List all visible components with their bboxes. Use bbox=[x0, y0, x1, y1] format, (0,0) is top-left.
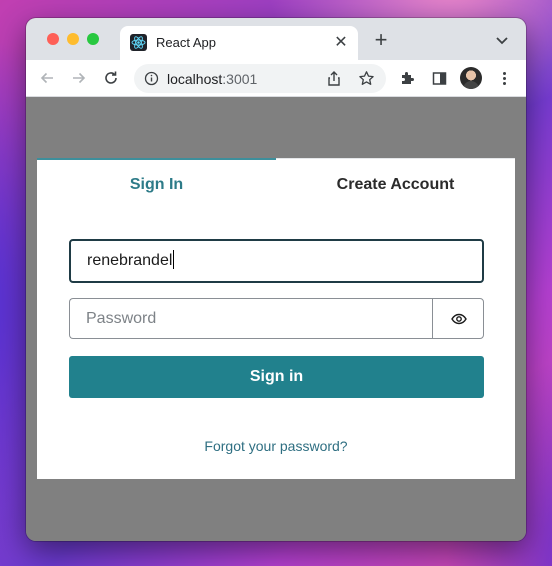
minimize-window-button[interactable] bbox=[67, 33, 79, 45]
show-password-button[interactable] bbox=[432, 298, 484, 339]
url-text[interactable]: localhost:3001 bbox=[167, 71, 257, 87]
browser-toolbar: localhost:3001 bbox=[26, 60, 526, 97]
eye-icon bbox=[451, 313, 467, 325]
maximize-window-button[interactable] bbox=[87, 33, 99, 45]
close-tab-icon[interactable]: ✕ bbox=[332, 34, 350, 52]
extensions-puzzle-icon[interactable] bbox=[399, 70, 416, 87]
side-panel-icon[interactable] bbox=[431, 70, 448, 87]
tab-strip: React App ✕ + bbox=[26, 18, 526, 60]
tab-search-chevron-down-icon[interactable] bbox=[494, 32, 510, 48]
sign-in-button[interactable]: Sign in bbox=[69, 356, 484, 398]
authenticator-card: Sign In Create Account renebrandel Sign … bbox=[37, 158, 515, 479]
site-info-icon[interactable] bbox=[144, 71, 159, 86]
tab-sign-in[interactable]: Sign In bbox=[37, 158, 276, 210]
browser-window: React App ✕ + localhost:3001 Sign In Cre… bbox=[26, 18, 526, 541]
profile-avatar[interactable] bbox=[460, 67, 482, 89]
page-content: Sign In Create Account renebrandel Sign … bbox=[26, 97, 526, 541]
url-port: :3001 bbox=[222, 71, 258, 87]
tab-title: React App bbox=[156, 35, 216, 50]
username-value: renebrandel bbox=[87, 252, 173, 269]
auth-tabs: Sign In Create Account bbox=[37, 158, 515, 210]
kebab-menu-icon[interactable] bbox=[496, 70, 513, 87]
forward-arrow-icon[interactable] bbox=[70, 69, 88, 87]
browser-tab[interactable]: React App ✕ bbox=[120, 26, 358, 60]
star-icon[interactable] bbox=[358, 70, 375, 87]
share-icon[interactable] bbox=[326, 70, 342, 87]
text-caret bbox=[173, 250, 175, 269]
reload-icon[interactable] bbox=[102, 69, 120, 87]
password-field[interactable] bbox=[69, 298, 433, 339]
tab-create-account[interactable]: Create Account bbox=[276, 158, 515, 210]
url-host: localhost bbox=[167, 71, 223, 87]
username-field[interactable]: renebrandel bbox=[69, 239, 484, 283]
address-bar[interactable]: localhost:3001 bbox=[134, 64, 386, 93]
react-favicon-icon bbox=[130, 34, 147, 51]
close-window-button[interactable] bbox=[47, 33, 59, 45]
forgot-password-link[interactable]: Forgot your password? bbox=[37, 438, 515, 454]
new-tab-plus-icon[interactable]: + bbox=[370, 29, 392, 51]
back-arrow-icon[interactable] bbox=[38, 69, 56, 87]
